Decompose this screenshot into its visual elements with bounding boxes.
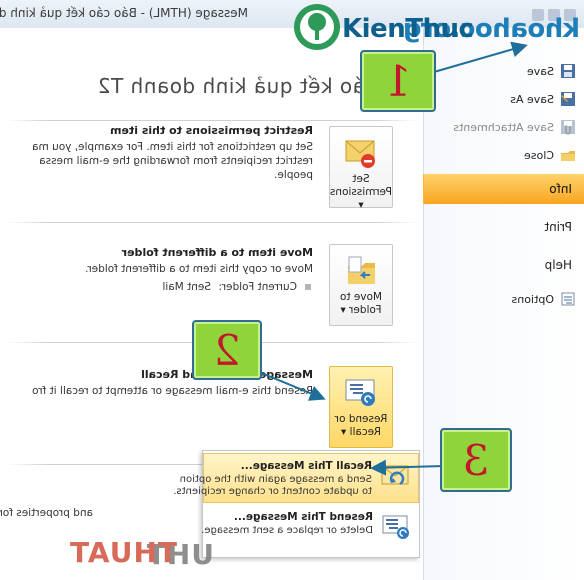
watermark-part1: TAUHT (70, 536, 179, 569)
outlook-backstage-screenshot: Message (HTML) - Báo cáo kết quả kinh do… (0, 0, 584, 580)
mirrored-view: Message (HTML) - Báo cáo kết quả kinh do… (0, 0, 584, 580)
callout-number: 1 (384, 56, 412, 106)
brain-tree-icon (294, 4, 340, 50)
arrow-2 (258, 371, 326, 401)
annotation-arrows (258, 41, 528, 476)
arrow-3 (370, 459, 445, 476)
callout-number: 2 (213, 325, 241, 375)
callout-number: 3 (462, 435, 490, 485)
callout-1: 1 (360, 50, 436, 112)
callout-2: 2 (192, 320, 262, 380)
callout-3: 3 (440, 428, 512, 492)
logo-text-part1: KienThuc (342, 14, 474, 44)
